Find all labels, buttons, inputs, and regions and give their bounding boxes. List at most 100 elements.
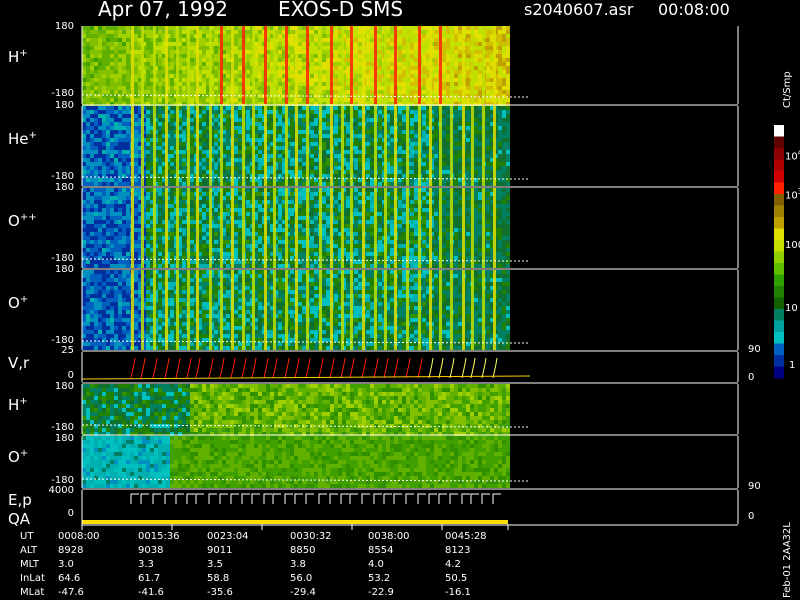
spectral-stripe — [471, 26, 474, 104]
spectrogram-cell — [454, 66, 458, 70]
spectrogram-cell — [134, 134, 138, 138]
spectrogram-cell — [466, 38, 470, 42]
spectrogram-cell — [326, 34, 330, 38]
spectrogram-cell — [434, 94, 438, 98]
spectrogram-cell — [422, 90, 426, 94]
spectrogram-cell — [114, 130, 118, 134]
spectrogram-cell — [322, 58, 326, 62]
spectrogram-cell — [370, 70, 374, 74]
spectrogram-cell — [122, 244, 126, 248]
spectrogram-cell — [190, 46, 194, 50]
spectrogram-cell — [290, 38, 294, 42]
spectrogram-cell — [442, 130, 446, 134]
spectrogram-cell — [334, 122, 338, 126]
spectrogram-cell — [110, 216, 114, 220]
spectrogram-cell — [434, 182, 438, 186]
spectrogram-cell — [86, 154, 90, 158]
spectrogram-cell — [478, 106, 482, 110]
spectrogram-cell — [402, 182, 406, 186]
spectrogram-cell — [90, 178, 94, 182]
spectrogram-cell — [82, 74, 86, 78]
spectrogram-cell — [246, 110, 250, 114]
spectrogram-cell — [114, 114, 118, 118]
spectrogram-cell — [466, 146, 470, 150]
spectrogram-cell — [466, 58, 470, 62]
spectrogram-cell — [442, 106, 446, 110]
spectrogram-cell — [358, 74, 362, 78]
spectrogram-cell — [398, 26, 402, 30]
spectrogram-cell — [106, 106, 110, 110]
spectrogram-cell — [134, 70, 138, 74]
spectrogram-cell — [422, 74, 426, 78]
spectrogram-cell — [486, 26, 490, 30]
spectrogram-cell — [354, 122, 358, 126]
spectrogram-cell — [82, 34, 86, 38]
spectrogram-cell — [322, 138, 326, 142]
spectrogram-cell — [414, 150, 418, 154]
spectrogram-cell — [110, 220, 114, 224]
spectrogram-cell — [402, 126, 406, 130]
spectrogram-cell — [310, 154, 314, 158]
spectrogram-cell — [158, 94, 162, 98]
spectrogram-cell — [102, 110, 106, 114]
spectrogram-cell — [454, 154, 458, 158]
spectrogram-cell — [90, 208, 94, 212]
spectrogram-cell — [126, 162, 130, 166]
spectrogram-cell — [214, 118, 218, 122]
spectrogram-cell — [202, 90, 206, 94]
spectrogram-cell — [98, 182, 102, 186]
spectrogram-cell — [310, 142, 314, 146]
spectral-stripe — [362, 106, 365, 186]
spectrogram-cell — [202, 196, 206, 200]
spectrogram-cell — [390, 146, 394, 150]
spectrogram-cell — [246, 166, 250, 170]
spectrogram-cell — [290, 142, 294, 146]
spectrogram-cell — [238, 126, 242, 130]
spectrogram-cell — [190, 70, 194, 74]
spectrogram-cell — [454, 26, 458, 30]
spectrogram-cell — [326, 130, 330, 134]
spectrogram-cell — [170, 38, 174, 42]
spectrogram-cell — [258, 114, 262, 118]
spectrogram-cell — [298, 110, 302, 114]
spectrogram-cell — [346, 170, 350, 174]
spectrogram-cell — [346, 50, 350, 54]
spectrogram-cell — [134, 220, 138, 224]
spectrogram-cell — [390, 138, 394, 142]
spectrogram-cell — [90, 200, 94, 204]
spectrogram-cell — [454, 126, 458, 130]
spectrogram-cell — [354, 54, 358, 58]
spectrogram-cell — [326, 54, 330, 58]
spectrogram-cell — [90, 224, 94, 228]
spectrogram-cell — [94, 248, 98, 252]
spectrogram-cell — [398, 158, 402, 162]
spectrogram-cell — [402, 146, 406, 150]
spectrogram-cell — [258, 46, 262, 50]
spectrogram-cell — [134, 212, 138, 216]
spectrogram-cell — [346, 98, 350, 102]
spectrogram-cell — [238, 58, 242, 62]
spectrogram-cell — [94, 252, 98, 256]
spectrogram-cell — [498, 162, 502, 166]
spectrogram-cell — [358, 66, 362, 70]
spectrogram-cell — [134, 188, 138, 192]
spectrogram-cell — [106, 118, 110, 122]
spectrogram-cell — [278, 126, 282, 130]
spectrogram-cell — [114, 228, 118, 232]
spectral-stripe — [394, 26, 397, 104]
spectrogram-cell — [110, 204, 114, 208]
spectrogram-cell — [134, 200, 138, 204]
spectrogram-cell — [378, 166, 382, 170]
spectrogram-cell — [122, 166, 126, 170]
spectrogram-cell — [354, 170, 358, 174]
spectrogram-cell — [118, 54, 122, 58]
spectrogram-cell — [422, 98, 426, 102]
spectrogram-cell — [358, 174, 362, 178]
spectrogram-cell — [314, 26, 318, 30]
spectrogram-cell — [110, 54, 114, 58]
spectrogram-cell — [506, 146, 510, 150]
spectrogram-cell — [122, 86, 126, 90]
spectral-stripe — [295, 26, 298, 104]
spectrogram-cell — [346, 122, 350, 126]
spectrogram-cell — [98, 196, 102, 200]
